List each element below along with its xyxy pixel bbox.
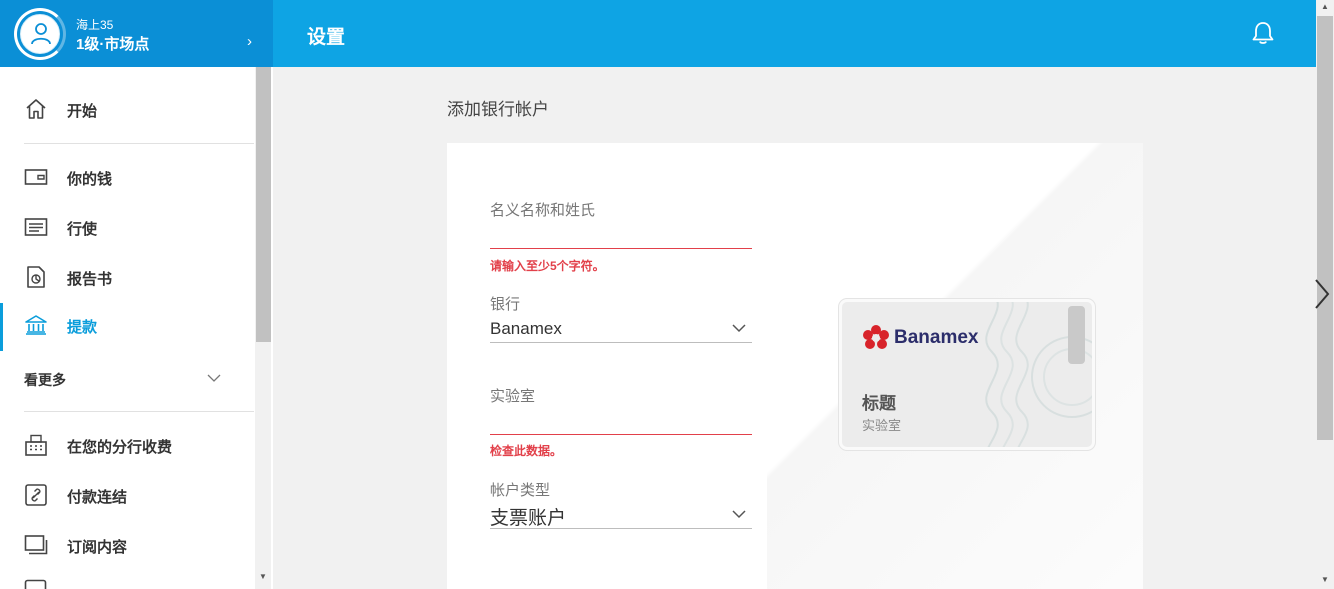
scroll-up-icon[interactable]: ▲ — [1321, 2, 1329, 11]
lab-error: 检查此数据。 — [490, 444, 563, 458]
account-type-label: 帐户类型 — [490, 482, 551, 499]
sidebar-item-branch-charges[interactable]: 在您的分行收费 — [0, 423, 255, 467]
user-icon — [31, 23, 51, 45]
sidebar-item-home[interactable]: 开始 — [0, 87, 255, 131]
lab-underline — [490, 434, 752, 435]
banamex-logo-icon — [863, 325, 889, 349]
avatar[interactable] — [20, 14, 60, 54]
subscription-icon — [24, 535, 48, 555]
page-scrollbar-thumb[interactable] — [1317, 16, 1333, 440]
bank-label: 银行 — [490, 296, 521, 313]
wallet-icon — [24, 169, 48, 185]
holder-name-error: 请输入至少5个字符。 — [490, 259, 605, 273]
scroll-down-icon[interactable]: ▼ — [259, 572, 267, 581]
bank-select[interactable]: Banamex — [490, 319, 562, 339]
see-more-toggle[interactable]: 看更多 — [24, 370, 66, 390]
profile-header[interactable]: 海上35 1级·市场点 › — [0, 0, 273, 67]
sidebar-item-label: 在您的分行收费 — [67, 439, 173, 456]
chevron-right-icon[interactable] — [1312, 278, 1332, 310]
card-tab — [1068, 306, 1085, 364]
divider — [24, 143, 254, 144]
active-indicator — [0, 303, 3, 351]
profile-level: 1级·市场点 — [76, 36, 150, 53]
bank-underline — [490, 342, 752, 343]
link-icon — [25, 484, 47, 506]
sidebar-item-label: 开始 — [67, 103, 98, 120]
card-subtitle: 实验室 — [862, 418, 902, 433]
account-type-select[interactable]: 支票账户 — [490, 503, 566, 530]
chevron-down-icon[interactable] — [206, 370, 222, 386]
sidebar-item-label: 报告书 — [67, 271, 113, 288]
profile-name: 海上35 — [76, 18, 114, 32]
bell-icon[interactable] — [1250, 20, 1276, 51]
holder-name-label: 名义名称和姓氏 — [490, 202, 596, 219]
lab-label: 实验室 — [490, 388, 536, 405]
chevron-down-icon[interactable] — [731, 507, 747, 521]
more-icon-partial — [24, 579, 47, 589]
sidebar-item-activity[interactable]: 行使 — [0, 205, 255, 249]
section-title: 添加银行帐户 — [447, 100, 549, 119]
sidebar-item-reports[interactable]: 报告书 — [0, 255, 255, 299]
sidebar-item-withdraw[interactable]: 提款 — [0, 303, 255, 351]
sidebar-item-wallet[interactable]: 你的钱 — [0, 155, 255, 199]
holder-name-underline — [490, 248, 752, 249]
register-icon — [25, 434, 47, 456]
sidebar-scrollbar-thumb[interactable] — [256, 67, 271, 342]
sidebar-item-payment-links[interactable]: 付款连结 — [0, 473, 255, 517]
bank-icon — [25, 315, 47, 335]
sidebar-item-label: 付款连结 — [67, 489, 128, 506]
page-title: 设置 — [307, 27, 346, 48]
sidebar-item-label: 你的钱 — [67, 171, 113, 188]
account-type-underline — [490, 528, 752, 529]
sidebar-item-subscriptions[interactable]: 订阅内容 — [0, 523, 255, 567]
lab-input[interactable] — [490, 408, 752, 434]
holder-name-input[interactable] — [490, 222, 752, 248]
scroll-down-icon[interactable]: ▼ — [1321, 575, 1329, 584]
chevron-right-icon[interactable]: › — [247, 33, 252, 50]
divider — [24, 411, 254, 412]
sidebar-item-label: 行使 — [67, 221, 98, 238]
sidebar: 开始 你的钱 行使 报告书 提款 看更多 在您的分行收费 付款连结 订阅内容 ▼ — [0, 67, 273, 589]
bank-card-preview: Banamex 标题 实验室 — [839, 299, 1095, 450]
sidebar-item-label: 提款 — [67, 319, 98, 336]
card-bank-name: Banamex — [894, 327, 979, 348]
chevron-down-icon[interactable] — [731, 321, 747, 335]
home-icon — [26, 99, 46, 119]
report-icon — [27, 266, 45, 288]
list-icon — [24, 218, 48, 236]
card-title: 标题 — [862, 394, 896, 413]
sidebar-item-label: 订阅内容 — [67, 539, 128, 556]
